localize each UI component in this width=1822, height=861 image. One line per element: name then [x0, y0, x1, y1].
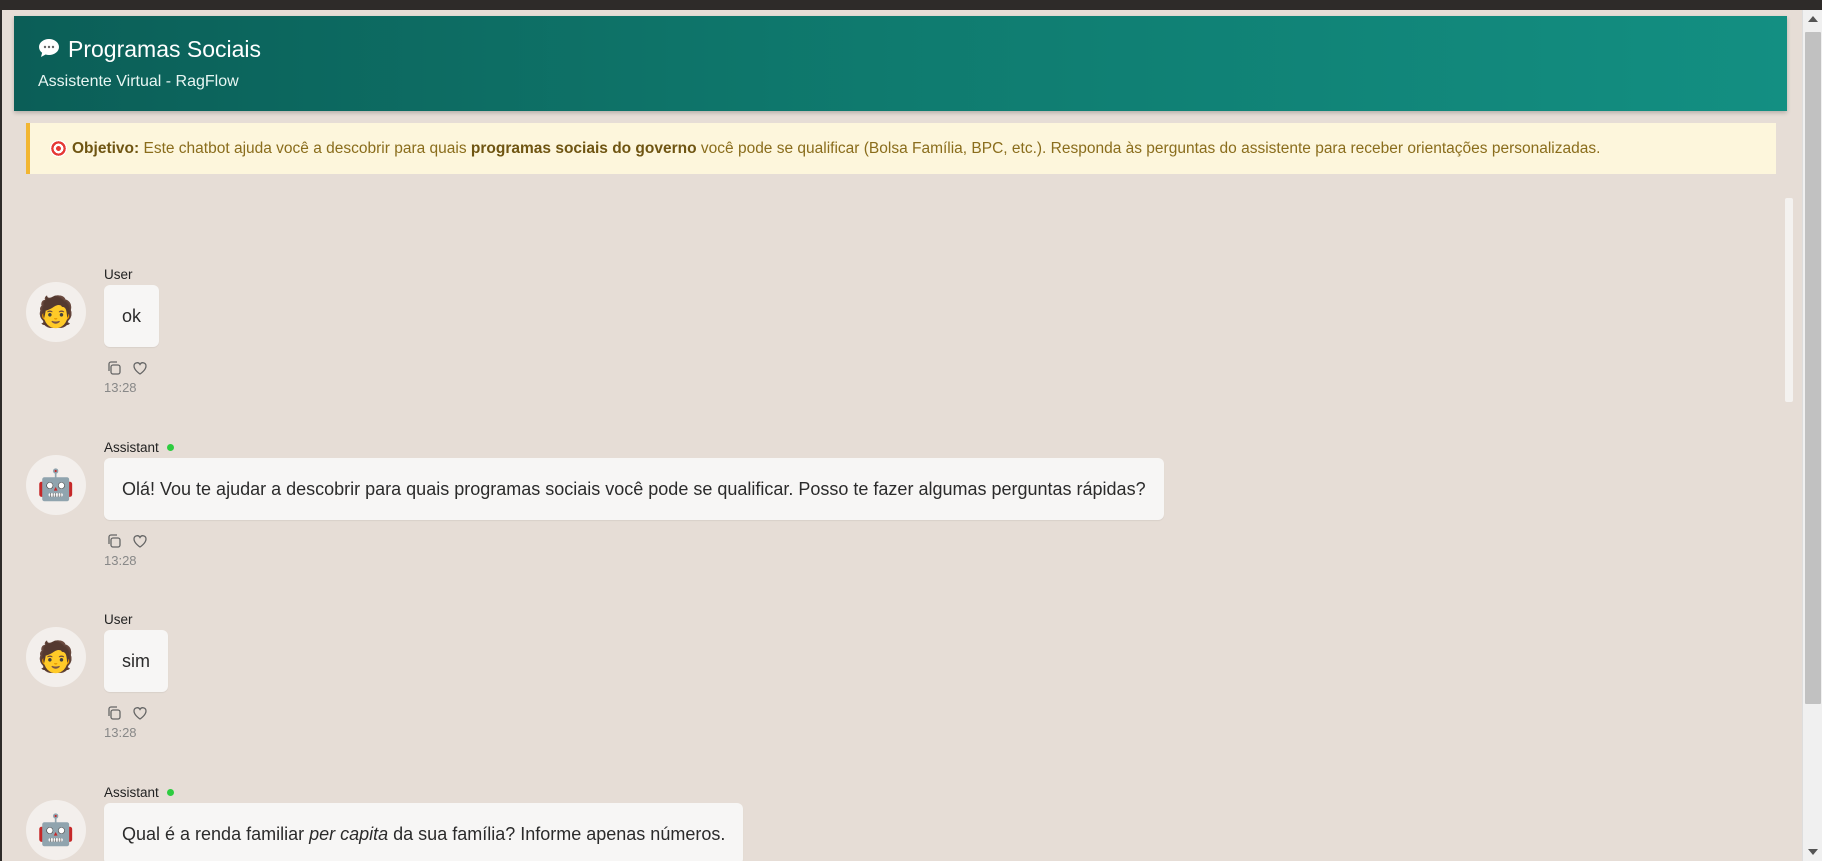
message-time: 13:28	[104, 553, 137, 568]
online-status-dot	[166, 444, 174, 451]
assistant-avatar: 🤖	[26, 455, 86, 515]
scrollbar-thumb[interactable]	[1805, 32, 1821, 704]
browser-top-strip	[0, 0, 1822, 10]
message-bubble: ok	[104, 285, 160, 347]
user-avatar: 🧑	[26, 627, 86, 687]
sender-name: Assistant	[104, 440, 159, 455]
chat-messages: User 🧑 ok 13:28 Assistant 🤖 Olá! Vou te …	[0, 200, 1780, 861]
message-sender: User	[104, 612, 133, 627]
objective-banner: Objetivo: Este chatbot ajuda você a desc…	[26, 123, 1776, 174]
sender-name: User	[104, 612, 133, 627]
like-icon[interactable]	[132, 533, 148, 549]
message-time: 13:28	[104, 380, 137, 395]
message-sender: Assistant	[104, 440, 174, 455]
page-subtitle: Assistente Virtual - RagFlow	[38, 73, 239, 90]
page-title: Programas Sociais	[68, 36, 262, 62]
like-icon[interactable]	[132, 360, 148, 376]
message-text: Qual é a renda familiar	[122, 823, 310, 844]
objective-text-after: você pode se qualificar (Bolsa Família, …	[696, 139, 1601, 157]
target-icon	[50, 140, 67, 157]
message-actions	[106, 360, 148, 376]
chat-bubble-icon	[38, 38, 60, 62]
copy-icon[interactable]	[106, 533, 122, 549]
page-scrollbar[interactable]	[1802, 10, 1822, 861]
message-bubble: sim	[104, 630, 168, 692]
assistant-avatar: 🤖	[26, 800, 86, 860]
copy-icon[interactable]	[106, 360, 122, 376]
objective-bold-text: programas sociais do governo	[470, 139, 697, 157]
objective-label: Objetivo:	[72, 139, 140, 157]
message-bubble: Qual é a renda familiar per capita da su…	[104, 803, 744, 861]
message-text-italic: per capita	[309, 823, 389, 844]
message-sender: Assistant	[104, 785, 174, 800]
header-title-row: Programas Sociais	[38, 36, 261, 63]
sender-name: Assistant	[104, 785, 159, 800]
chat-scrollbar[interactable]	[1785, 198, 1793, 402]
scroll-down-arrow-icon[interactable]	[1808, 849, 1818, 855]
copy-icon[interactable]	[106, 705, 122, 721]
message-bubble: Olá! Vou te ajudar a descobrir para quai…	[104, 458, 1164, 520]
scroll-up-arrow-icon[interactable]	[1808, 16, 1818, 22]
app-header: Programas Sociais Assistente Virtual - R…	[14, 16, 1787, 111]
message-time: 13:28	[104, 725, 137, 740]
message-text: da sua família? Informe apenas números.	[388, 823, 726, 844]
online-status-dot	[166, 789, 174, 796]
message-actions	[106, 705, 148, 721]
like-icon[interactable]	[132, 705, 148, 721]
message-sender: User	[104, 267, 133, 282]
objective-text-before: Este chatbot ajuda você a descobrir para…	[139, 139, 471, 157]
user-avatar: 🧑	[26, 282, 86, 342]
sender-name: User	[104, 267, 133, 282]
message-actions	[106, 533, 148, 549]
